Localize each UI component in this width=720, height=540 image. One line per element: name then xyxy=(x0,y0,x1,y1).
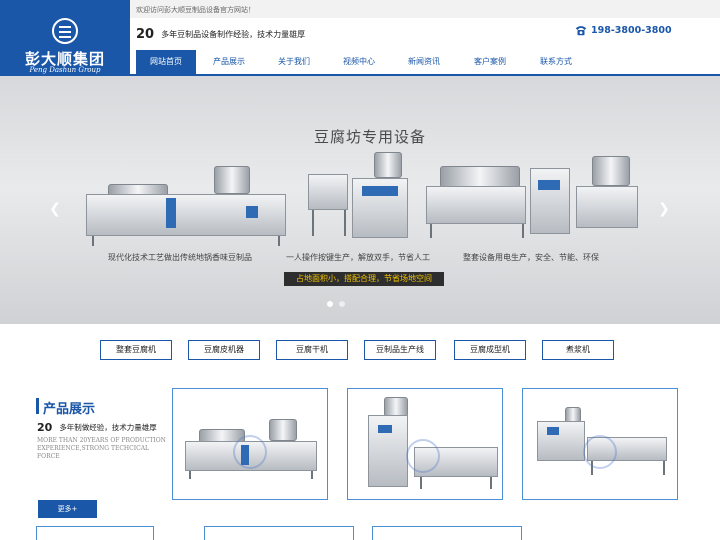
slogan-text: 多年豆制品设备制作经验，技术力量雄厚 xyxy=(161,29,306,39)
contact-phone[interactable]: 198-3800-3800 xyxy=(574,23,672,37)
chevron-left-icon[interactable]: ❮ xyxy=(48,202,62,216)
product-card-2[interactable] xyxy=(347,388,503,500)
machine-image-left xyxy=(86,166,286,246)
category-button-dried-tofu[interactable]: 豆腐干机 xyxy=(276,340,348,360)
phone-number: 198-3800-3800 xyxy=(591,24,672,36)
carousel-dot-1[interactable] xyxy=(327,301,333,307)
watermark-icon xyxy=(583,435,617,469)
products-title: 产品展示 xyxy=(43,402,96,417)
watermark-icon xyxy=(406,439,440,473)
welcome-text: 欢迎访问彭大顺豆制品设备官方网站！ xyxy=(136,6,255,14)
category-button-full-set[interactable]: 整套豆腐机 xyxy=(100,340,172,360)
products-subtitle-text: 多年制做经验，技术力量雄厚 xyxy=(59,423,157,432)
category-button-tofu-skin[interactable]: 豆腐皮机器 xyxy=(188,340,260,360)
banner-caption-3: 整套设备用电生产，安全、节能、环保 xyxy=(463,253,599,262)
product-card-3[interactable] xyxy=(522,388,678,500)
product-card-4[interactable] xyxy=(36,526,154,540)
slogan-number: 20 xyxy=(136,26,155,42)
category-button-production-line[interactable]: 豆制品生产线 xyxy=(364,340,436,360)
hero-banner[interactable]: 豆腐坊专用设备 ❮ ❯ 现代化技术工艺做出传统地锅香味豆制品 一人操作按键生产，… xyxy=(0,76,720,324)
watermark-icon xyxy=(233,435,267,469)
brand-logo[interactable]: 彭大顺集团 Peng Dashun Group xyxy=(0,0,130,76)
category-button-forming[interactable]: 豆腐成型机 xyxy=(454,340,526,360)
welcome-bar: 欢迎访问彭大顺豆制品设备官方网站！ xyxy=(130,0,720,18)
carousel-dots xyxy=(327,301,345,307)
nav-item-products[interactable]: 产品展示 xyxy=(199,50,259,74)
nav-item-contact[interactable]: 联系方式 xyxy=(526,50,586,74)
header-slogan: 20 多年豆制品设备制作经验，技术力量雄厚 xyxy=(136,24,305,44)
telephone-icon xyxy=(575,26,587,36)
banner-caption-2: 一人操作按键生产，解放双手，节省人工 xyxy=(286,253,430,262)
brand-name-en: Peng Dashun Group xyxy=(29,66,101,74)
products-english-text: MORE THAN 20YEARS OF PRODUCTION EXPERIEN… xyxy=(37,437,166,460)
more-button[interactable]: 更多+ xyxy=(38,500,97,518)
carousel-dot-2[interactable] xyxy=(339,301,345,307)
nav-item-video[interactable]: 视频中心 xyxy=(329,50,389,74)
chevron-right-icon[interactable]: ❯ xyxy=(657,202,671,216)
logo-emblem-icon xyxy=(52,18,78,44)
banner-caption-1: 现代化技术工艺做出传统地锅香味豆制品 xyxy=(108,253,252,262)
products-number: 20 xyxy=(37,421,53,434)
section-accent-bar xyxy=(36,398,39,414)
category-button-pulp-cooker[interactable]: 煮浆机 xyxy=(542,340,614,360)
banner-highlight: 占地面积小，搭配合理，节省场地空间 xyxy=(284,272,444,286)
product-card-1[interactable] xyxy=(172,388,328,500)
products-subtitle: 20 多年制做经验，技术力量雄厚 xyxy=(37,421,157,434)
machine-image-center xyxy=(300,152,416,246)
product-card-6[interactable] xyxy=(372,526,522,540)
machine-image-right xyxy=(426,156,642,248)
page: 彭大顺集团 Peng Dashun Group 欢迎访问彭大顺豆制品设备官方网站… xyxy=(0,0,720,540)
nav-item-news[interactable]: 新闻资讯 xyxy=(394,50,454,74)
product-card-5[interactable] xyxy=(204,526,354,540)
banner-title: 豆腐坊专用设备 xyxy=(313,128,426,146)
nav-item-cases[interactable]: 客户案例 xyxy=(460,50,520,74)
nav-item-home[interactable]: 网站首页 xyxy=(136,50,196,74)
nav-item-about[interactable]: 关于我们 xyxy=(264,50,324,74)
main-nav: 网站首页 产品展示 关于我们 视频中心 新闻资讯 客户案例 联系方式 xyxy=(130,50,720,76)
